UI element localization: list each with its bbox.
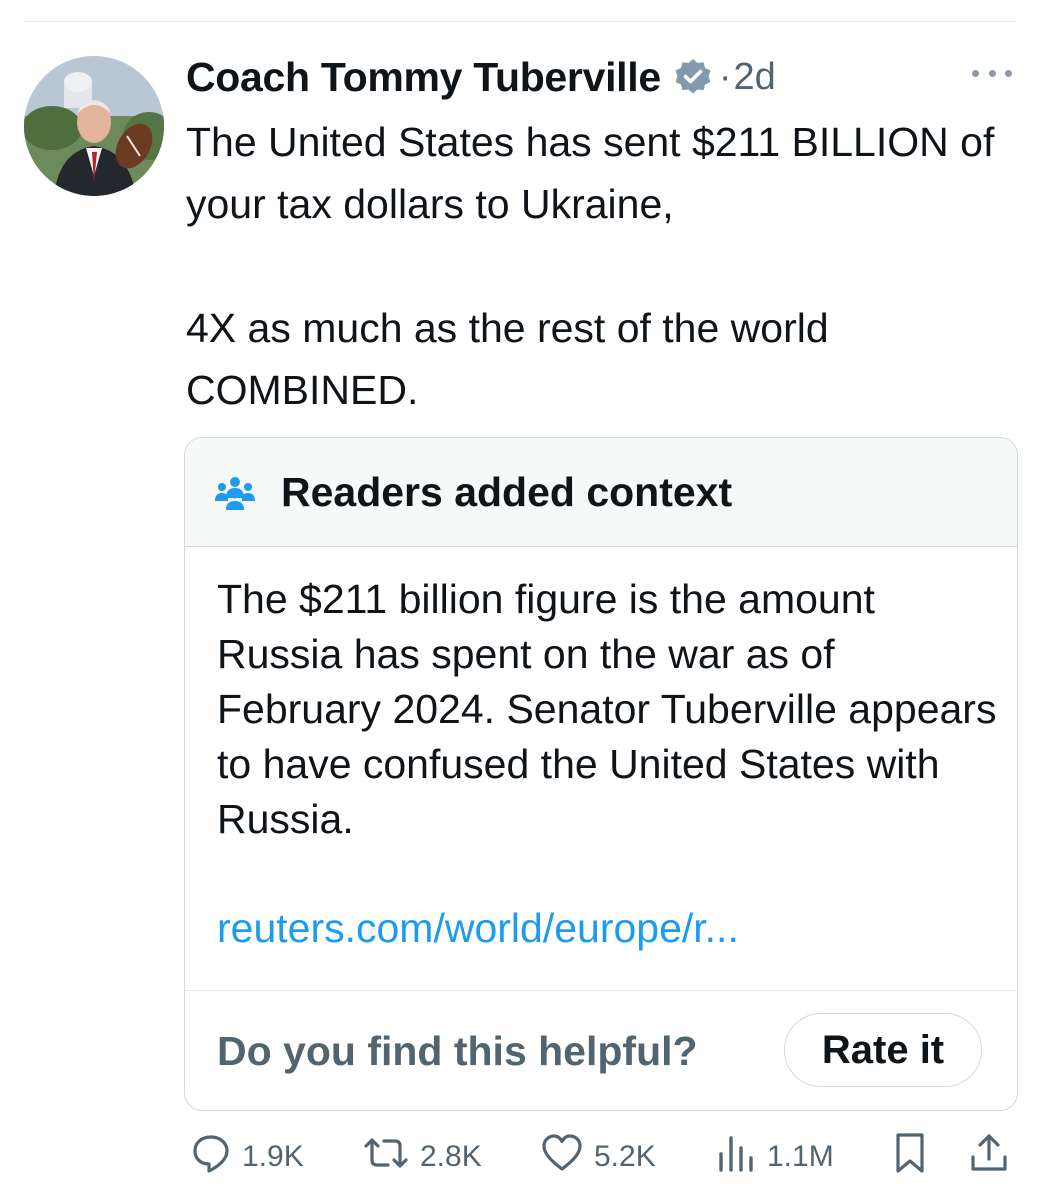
bookmark-button[interactable]: [890, 1132, 930, 1182]
repost-button[interactable]: 2.8K: [362, 1132, 482, 1182]
like-button[interactable]: 5.2K: [540, 1132, 656, 1182]
community-note-body: The $211 billion figure is the amount Ru…: [217, 576, 997, 842]
community-notes-icon: [215, 474, 255, 510]
reply-button[interactable]: 1.9K: [190, 1132, 304, 1182]
reply-icon: [190, 1132, 232, 1182]
rate-it-button[interactable]: Rate it: [784, 1013, 982, 1087]
tweet-paragraph: 4X as much as the rest of the world COMB…: [186, 305, 829, 413]
header-separator: ·: [718, 55, 732, 98]
views-icon: [715, 1132, 757, 1182]
like-icon: [540, 1132, 584, 1182]
views-count: 1.1M: [767, 1140, 834, 1173]
community-note-card: Readers added context The $211 billion f…: [184, 437, 1018, 1111]
share-button[interactable]: [968, 1132, 1010, 1182]
reply-count: 1.9K: [242, 1140, 304, 1173]
community-note-link[interactable]: reuters.com/world/europe/r...: [217, 905, 739, 952]
verified-badge-icon: [673, 57, 713, 97]
note-divider: [185, 990, 1017, 991]
repost-count: 2.8K: [420, 1140, 482, 1173]
tweet-paragraph: The United States has sent $211 BILLION …: [186, 119, 995, 227]
repost-icon: [362, 1132, 410, 1182]
community-note-header[interactable]: Readers added context: [185, 438, 1017, 547]
like-count: 5.2K: [594, 1140, 656, 1173]
community-note-title: Readers added context: [281, 468, 733, 515]
top-divider: [25, 21, 1015, 22]
tweet-text: The United States has sent $211 BILLION …: [186, 111, 1016, 421]
more-icon[interactable]: [972, 63, 1012, 83]
avatar[interactable]: [24, 56, 164, 196]
action-bar: 1.9K 2.8K 5.2K 1.1M: [0, 1132, 1040, 1182]
helpful-prompt: Do you find this helpful?: [217, 1028, 698, 1074]
tweet-header: Coach Tommy Tuberville · 2d: [186, 50, 776, 104]
timestamp[interactable]: 2d: [734, 56, 776, 99]
author-name[interactable]: Coach Tommy Tuberville: [186, 54, 661, 101]
views-button[interactable]: 1.1M: [715, 1132, 834, 1182]
share-icon: [968, 1131, 1010, 1183]
bookmark-icon: [890, 1131, 930, 1183]
